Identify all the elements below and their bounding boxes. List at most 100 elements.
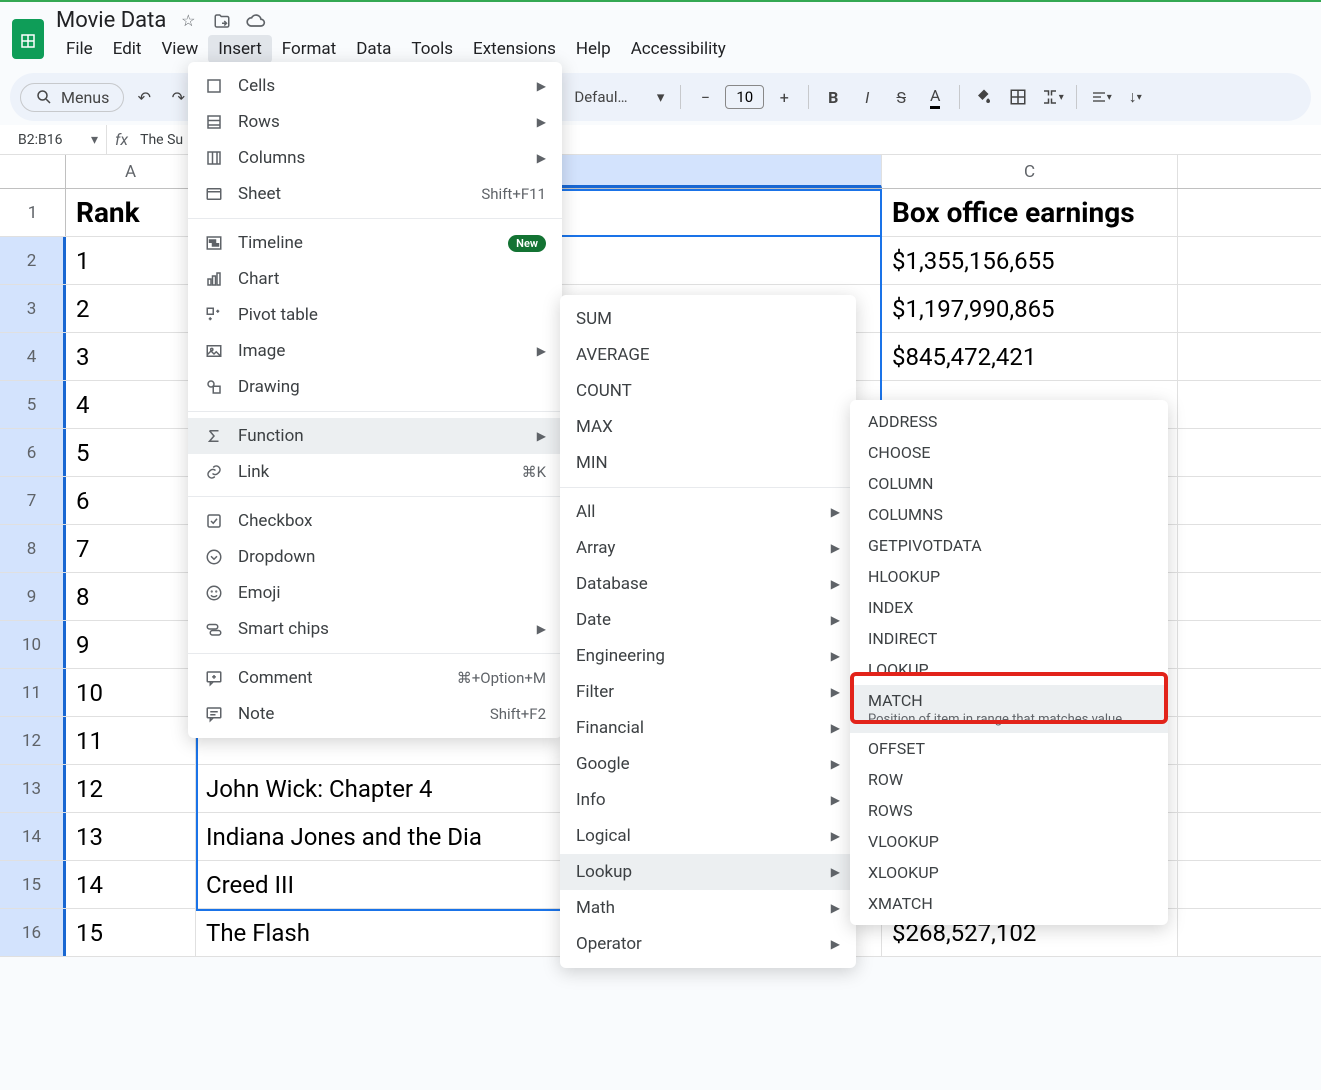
cell[interactable]: $1,355,156,655	[882, 237, 1178, 284]
func-average[interactable]: AVERAGE	[560, 337, 856, 373]
cell[interactable]: 14	[66, 861, 196, 908]
row-header[interactable]: 14	[0, 813, 66, 860]
cell[interactable]: 1	[66, 237, 196, 284]
text-color-button[interactable]: A	[921, 83, 949, 111]
row-header[interactable]: 13	[0, 765, 66, 812]
func-cat-math[interactable]: Math▶	[560, 890, 856, 926]
formula-bar-input[interactable]: The Su	[136, 132, 183, 148]
merge-button[interactable]: ▾	[1038, 83, 1066, 111]
insert-sheet[interactable]: SheetShift+F11	[188, 176, 562, 212]
row-header[interactable]: 5	[0, 381, 66, 428]
font-size-inc[interactable]: +	[770, 83, 798, 111]
lookup-fn-indirect[interactable]: INDIRECT	[850, 623, 1168, 654]
cell[interactable]: 2	[66, 285, 196, 332]
insert-chart[interactable]: Chart	[188, 261, 562, 297]
cell[interactable]: 15	[66, 909, 196, 956]
font-size-input[interactable]: 10	[725, 85, 764, 109]
cell[interactable]: 13	[66, 813, 196, 860]
row-header[interactable]: 6	[0, 429, 66, 476]
menu-file[interactable]: File	[56, 35, 103, 63]
row-header[interactable]: 1	[0, 189, 66, 236]
lookup-fn-row[interactable]: ROW	[850, 764, 1168, 795]
col-header-A[interactable]: A	[66, 155, 196, 188]
row-header[interactable]: 2	[0, 237, 66, 284]
cell[interactable]: 9	[66, 621, 196, 668]
cell[interactable]: $845,472,421	[882, 333, 1178, 380]
menu-insert[interactable]: Insert	[208, 35, 272, 63]
row-header[interactable]: 8	[0, 525, 66, 572]
func-cat-array[interactable]: Array▶	[560, 530, 856, 566]
func-cat-logical[interactable]: Logical▶	[560, 818, 856, 854]
lookup-fn-choose[interactable]: CHOOSE	[850, 437, 1168, 468]
insert-comment[interactable]: Comment⌘+Option+M	[188, 660, 562, 696]
row-header[interactable]: 4	[0, 333, 66, 380]
insert-cells[interactable]: Cells▶	[188, 68, 562, 104]
halign-button[interactable]: ▾	[1087, 83, 1115, 111]
func-cat-operator[interactable]: Operator▶	[560, 926, 856, 962]
cell[interactable]: Rank	[66, 189, 196, 236]
insert-rows[interactable]: Rows▶	[188, 104, 562, 140]
lookup-fn-column[interactable]: COLUMN	[850, 468, 1168, 499]
func-cat-date[interactable]: Date▶	[560, 602, 856, 638]
row-header[interactable]: 16	[0, 909, 66, 956]
menu-format[interactable]: Format	[272, 35, 346, 63]
lookup-fn-getpivotdata[interactable]: GETPIVOTDATA	[850, 530, 1168, 561]
menu-data[interactable]: Data	[346, 35, 401, 63]
lookup-fn-index[interactable]: INDEX	[850, 592, 1168, 623]
lookup-fn-offset[interactable]: OFFSET	[850, 733, 1168, 764]
cell[interactable]: $1,197,990,865	[882, 285, 1178, 332]
lookup-fn-hlookup[interactable]: HLOOKUP	[850, 561, 1168, 592]
menu-tools[interactable]: Tools	[401, 35, 463, 63]
insert-dropdown[interactable]: Dropdown	[188, 539, 562, 575]
font-size-dec[interactable]: −	[691, 83, 719, 111]
func-count[interactable]: COUNT	[560, 373, 856, 409]
insert-smart-chips[interactable]: Smart chips▶	[188, 611, 562, 647]
lookup-fn-address[interactable]: ADDRESS	[850, 406, 1168, 437]
bold-button[interactable]: B	[819, 83, 847, 111]
insert-image[interactable]: Image▶	[188, 333, 562, 369]
cell[interactable]: 3	[66, 333, 196, 380]
cloud-status-icon[interactable]	[244, 9, 268, 33]
insert-drawing[interactable]: Drawing	[188, 369, 562, 405]
cell[interactable]: Box office earnings	[882, 189, 1178, 236]
func-max[interactable]: MAX	[560, 409, 856, 445]
sheets-logo[interactable]	[12, 19, 44, 59]
insert-note[interactable]: NoteShift+F2	[188, 696, 562, 732]
lookup-fn-rows[interactable]: ROWS	[850, 795, 1168, 826]
strike-button[interactable]: S	[887, 83, 915, 111]
document-title[interactable]: Movie Data	[56, 8, 166, 33]
cell[interactable]: 8	[66, 573, 196, 620]
row-header[interactable]: 12	[0, 717, 66, 764]
func-cat-filter[interactable]: Filter▶	[560, 674, 856, 710]
func-sum[interactable]: SUM	[560, 301, 856, 337]
undo-button[interactable]: ↶	[130, 83, 158, 111]
lookup-fn-xlookup[interactable]: XLOOKUP	[850, 857, 1168, 888]
row-header[interactable]: 7	[0, 477, 66, 524]
name-box[interactable]: B2:B16▾	[10, 130, 106, 150]
insert-pivot-table[interactable]: Pivot table	[188, 297, 562, 333]
insert-checkbox[interactable]: Checkbox	[188, 503, 562, 539]
valign-button[interactable]: ↓▾	[1121, 83, 1149, 111]
menus-search[interactable]: Menus	[20, 83, 124, 112]
menu-extensions[interactable]: Extensions	[463, 35, 566, 63]
menu-edit[interactable]: Edit	[103, 35, 152, 63]
row-header[interactable]: 11	[0, 669, 66, 716]
cell[interactable]: 5	[66, 429, 196, 476]
cell[interactable]: 4	[66, 381, 196, 428]
cell[interactable]: 6	[66, 477, 196, 524]
lookup-fn-match[interactable]: MATCHPosition of item in range that matc…	[850, 685, 1168, 733]
func-cat-info[interactable]: Info▶	[560, 782, 856, 818]
menu-accessibility[interactable]: Accessibility	[621, 35, 736, 63]
func-cat-all[interactable]: All▶	[560, 494, 856, 530]
fill-color-button[interactable]	[970, 83, 998, 111]
col-header-C[interactable]: C	[882, 155, 1178, 188]
func-cat-google[interactable]: Google▶	[560, 746, 856, 782]
lookup-fn-lookup[interactable]: LOOKUP	[850, 654, 1168, 685]
lookup-fn-columns[interactable]: COLUMNS	[850, 499, 1168, 530]
insert-timeline[interactable]: TimelineNew	[188, 225, 562, 261]
row-header[interactable]: 15	[0, 861, 66, 908]
func-cat-financial[interactable]: Financial▶	[560, 710, 856, 746]
insert-columns[interactable]: Columns▶	[188, 140, 562, 176]
func-cat-lookup[interactable]: Lookup▶	[560, 854, 856, 890]
func-cat-engineering[interactable]: Engineering▶	[560, 638, 856, 674]
